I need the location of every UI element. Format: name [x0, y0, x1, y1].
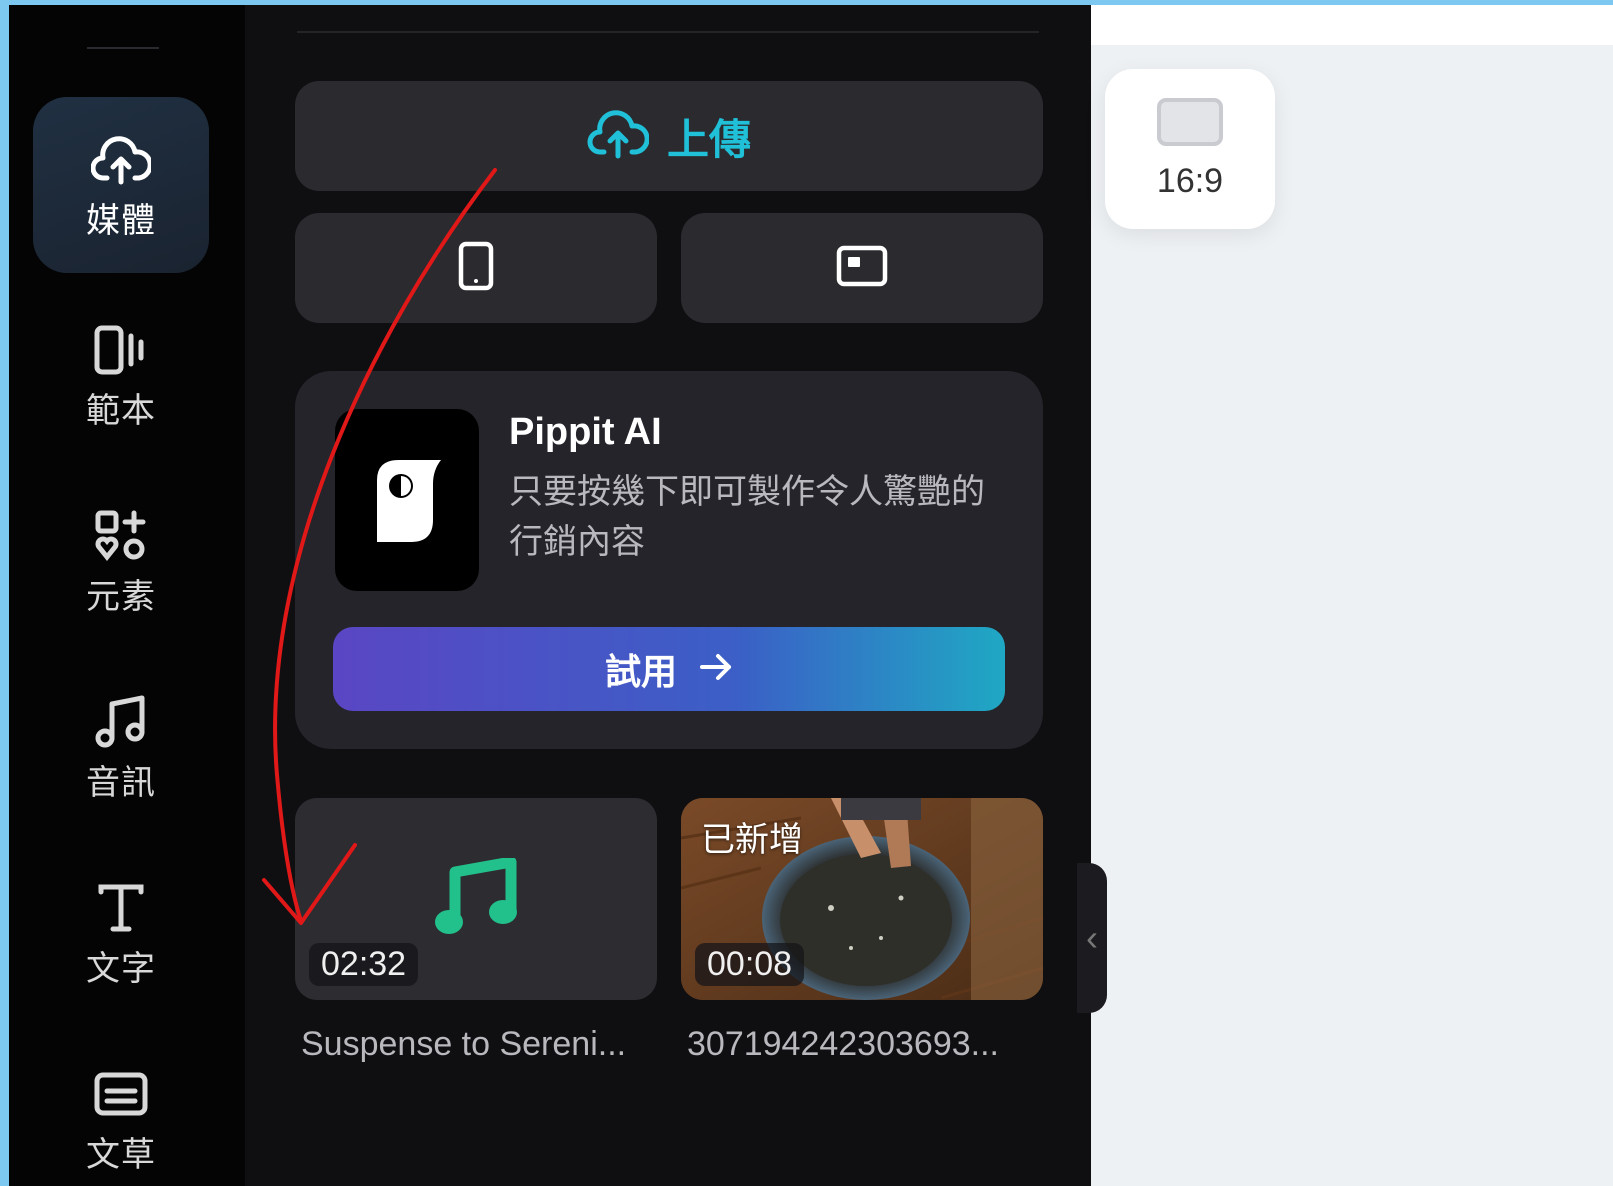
aspect-ratio-label: 16:9 — [1156, 161, 1224, 200]
upload-button[interactable]: 上傳 — [295, 81, 1043, 191]
screen-record-icon — [836, 245, 888, 292]
nav-item-label: 音訊 — [86, 763, 156, 802]
left-nav: 媒體 範本 元素 音訊 文字 文草 — [9, 5, 245, 1186]
text-icon — [90, 877, 152, 939]
try-label: 試用 — [604, 651, 677, 692]
canvas-top-bar — [1091, 5, 1613, 45]
upload-from-phone-button[interactable] — [295, 213, 657, 323]
arrow-right-icon — [699, 653, 733, 686]
collapse-panel-handle[interactable]: ‹ — [1077, 863, 1107, 1013]
nav-item-label: 元素 — [86, 577, 156, 616]
nav-item-label: 文字 — [86, 949, 156, 988]
nav-item-templates[interactable]: 範本 — [33, 287, 209, 463]
nav-item-elements[interactable]: 元素 — [33, 473, 209, 649]
nav-item-media[interactable]: 媒體 — [33, 97, 209, 273]
template-icon — [90, 319, 152, 381]
aspect-ratio-button[interactable]: 16:9 — [1105, 69, 1275, 229]
music-note-icon — [90, 691, 152, 753]
media-item-video[interactable]: 已新增 00:08 — [681, 798, 1043, 1000]
media-panel: 上傳 Pippit AI 只要按幾下即可製作令人驚艷的行銷內容 試用 02:32… — [245, 5, 1091, 1186]
media-item-name: Suspense to Sereni... — [301, 1025, 627, 1063]
panel-divider — [297, 31, 1039, 33]
nav-item-captions[interactable]: 文草 — [33, 1031, 209, 1186]
elements-icon — [90, 505, 152, 567]
added-badge: 已新增 — [701, 821, 803, 859]
duration-badge: 00:08 — [695, 943, 805, 986]
captions-icon — [90, 1063, 152, 1125]
aspect-ratio-icon — [1157, 97, 1223, 146]
nav-item-label: 文草 — [86, 1135, 156, 1174]
pippit-logo — [335, 409, 479, 591]
media-item-name: 307194242303693... — [687, 1025, 999, 1063]
phone-icon — [458, 241, 494, 296]
nav-item-label: 範本 — [86, 391, 156, 430]
nav-item-text[interactable]: 文字 — [33, 845, 209, 1021]
cloud-upload-icon — [587, 108, 650, 165]
app-frame: 媒體 範本 元素 音訊 文字 文草 上傳 Pippit AI 只要按幾下即可製作… — [9, 5, 1613, 1186]
pippit-ai-card: Pippit AI 只要按幾下即可製作令人驚艷的行銷內容 試用 — [295, 371, 1043, 749]
music-note-icon — [433, 856, 517, 945]
media-item-audio[interactable]: 02:32 — [295, 798, 657, 1000]
screen-record-button[interactable] — [681, 213, 1043, 323]
duration-badge: 02:32 — [309, 943, 419, 986]
nav-divider — [87, 47, 159, 49]
ai-card-title: Pippit AI — [509, 411, 662, 453]
nav-item-label: 媒體 — [86, 201, 156, 240]
cloud-upload-icon — [90, 129, 152, 191]
upload-label: 上傳 — [666, 115, 751, 163]
chevron-left-icon: ‹ — [1086, 917, 1098, 958]
nav-item-audio[interactable]: 音訊 — [33, 659, 209, 835]
ai-card-description: 只要按幾下即可製作令人驚艷的行銷內容 — [509, 473, 985, 561]
try-button[interactable]: 試用 — [333, 627, 1005, 711]
